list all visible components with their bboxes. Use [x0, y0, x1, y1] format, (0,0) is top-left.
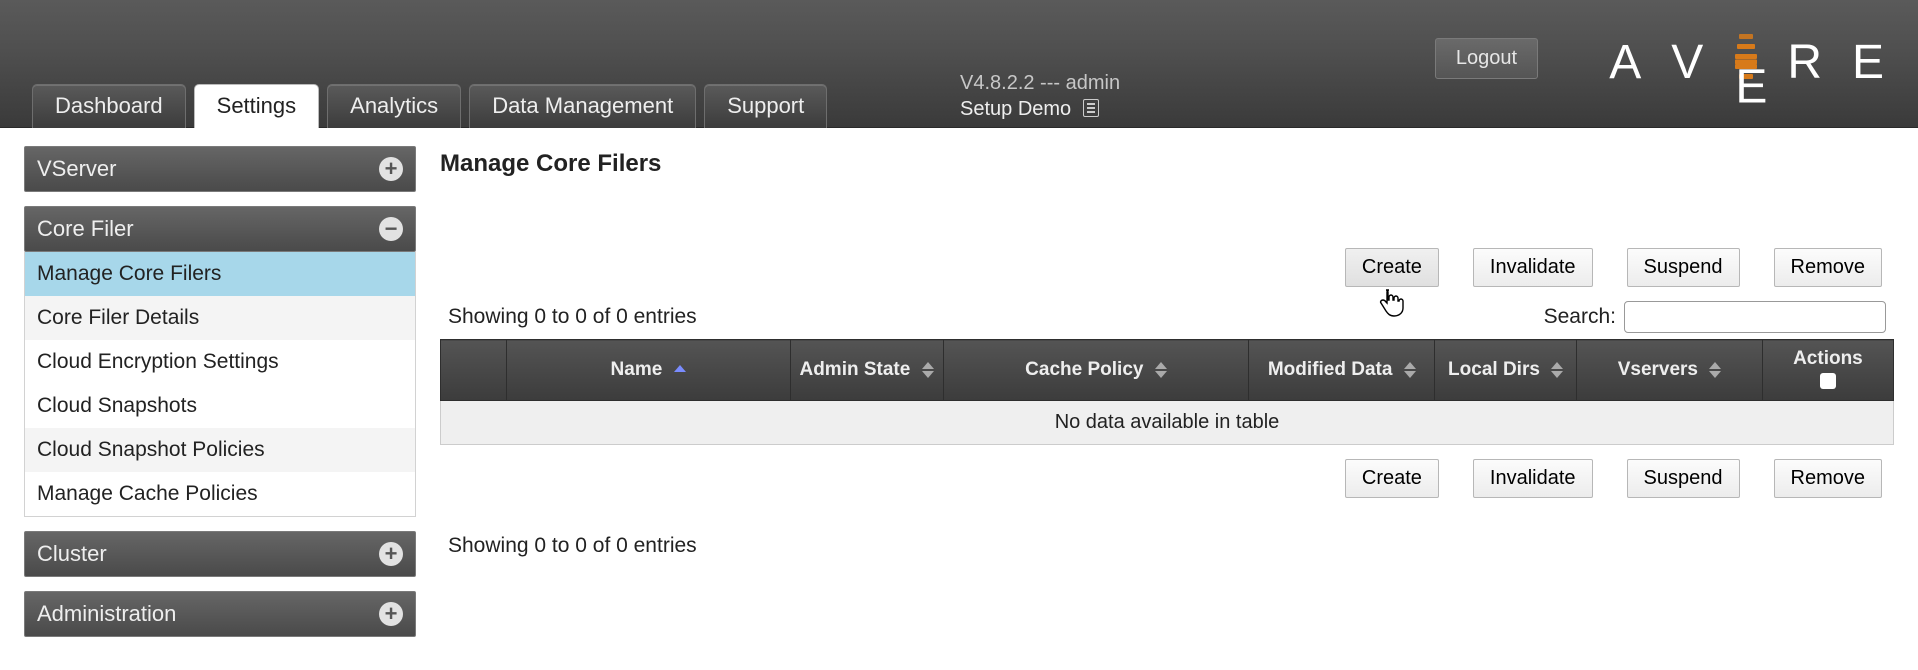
col-modified-data[interactable]: Modified Data	[1249, 340, 1435, 401]
sidebar-section-cluster: Cluster +	[24, 531, 416, 577]
sidebar-head-vserver[interactable]: VServer +	[24, 146, 416, 192]
select-all-checkbox[interactable]	[1820, 373, 1836, 389]
col-modified-data-label: Modified Data	[1268, 359, 1393, 380]
sidebar-label-vserver: VServer	[37, 156, 116, 182]
logo-letter-e2: E	[1852, 35, 1886, 90]
sidebar-label-corefiler: Core Filer	[37, 216, 134, 242]
sidebar-item-snapshot-policies[interactable]: Cloud Snapshot Policies	[25, 428, 415, 472]
avere-logo: A V E R E	[1609, 34, 1886, 90]
sidebar-label-cluster: Cluster	[37, 541, 107, 567]
logout-button[interactable]: Logout	[1435, 38, 1538, 79]
tab-support[interactable]: Support	[704, 84, 827, 128]
col-admin-state-label: Admin State	[799, 359, 910, 380]
remove-button-top[interactable]: Remove	[1774, 248, 1882, 287]
expand-icon: +	[379, 157, 403, 181]
logo-letter-e-bars-icon: E	[1733, 34, 1759, 90]
sort-icon	[1709, 362, 1721, 378]
setup-demo-text: Setup Demo	[960, 98, 1071, 120]
page-title: Manage Core Filers	[440, 150, 1894, 178]
col-blank[interactable]	[441, 340, 507, 401]
col-cache-policy-label: Cache Policy	[1025, 359, 1143, 380]
suspend-button-bottom[interactable]: Suspend	[1627, 459, 1740, 498]
col-local-dirs-label: Local Dirs	[1448, 359, 1540, 380]
remove-button-bottom[interactable]: Remove	[1774, 459, 1882, 498]
collapse-icon: −	[379, 217, 403, 241]
sidebar-item-manage-core-filers[interactable]: Manage Core Filers	[25, 252, 415, 296]
col-vservers-label: Vservers	[1618, 359, 1698, 380]
search-label: Search:	[1544, 305, 1616, 329]
col-local-dirs[interactable]: Local Dirs	[1435, 340, 1577, 401]
col-name[interactable]: Name	[506, 340, 790, 401]
document-icon[interactable]	[1083, 99, 1099, 117]
col-name-label: Name	[611, 359, 663, 380]
version-text: V4.8.2.2 --- admin	[960, 70, 1120, 96]
header-meta: V4.8.2.2 --- admin Setup Demo	[960, 70, 1120, 122]
core-filers-table: Name Admin State Cache Policy Modified D…	[440, 339, 1894, 445]
sidebar-item-core-filer-details[interactable]: Core Filer Details	[25, 296, 415, 340]
invalidate-button-bottom[interactable]: Invalidate	[1473, 459, 1593, 498]
col-actions-label: Actions	[1793, 348, 1863, 369]
create-button-top[interactable]: Create	[1345, 248, 1439, 287]
tab-settings[interactable]: Settings	[194, 84, 320, 128]
col-admin-state[interactable]: Admin State	[790, 340, 943, 401]
empty-table-message: No data available in table	[441, 401, 1894, 445]
sidebar-item-cloud-snapshots[interactable]: Cloud Snapshots	[25, 384, 415, 428]
logo-letter-v: V	[1671, 35, 1705, 90]
search-input[interactable]	[1624, 301, 1886, 333]
invalidate-button-top[interactable]: Invalidate	[1473, 248, 1593, 287]
entries-text-top: Showing 0 to 0 of 0 entries	[448, 305, 697, 329]
sort-icon	[922, 362, 934, 378]
logo-letter-a: A	[1609, 35, 1643, 90]
entries-text-bottom: Showing 0 to 0 of 0 entries	[440, 534, 1894, 558]
sidebar-section-vserver: VServer +	[24, 146, 416, 192]
col-vservers[interactable]: Vservers	[1577, 340, 1763, 401]
sort-icon	[1551, 362, 1563, 378]
tab-data-management[interactable]: Data Management	[469, 84, 696, 128]
sidebar-label-administration: Administration	[37, 601, 176, 627]
col-cache-policy[interactable]: Cache Policy	[943, 340, 1249, 401]
sort-icon	[1155, 362, 1167, 378]
sidebar-section-corefiler: Core Filer − Manage Core Filers Core Fil…	[24, 206, 416, 517]
main-nav-tabs: Dashboard Settings Analytics Data Manage…	[32, 84, 827, 128]
sidebar-item-manage-cache-policies[interactable]: Manage Cache Policies	[25, 472, 415, 516]
col-actions[interactable]: Actions	[1762, 340, 1893, 401]
sort-icon	[1404, 362, 1416, 378]
main-panel: Manage Core Filers Create Invalidate Sus…	[440, 146, 1894, 651]
tab-dashboard[interactable]: Dashboard	[32, 84, 186, 128]
expand-icon: +	[379, 602, 403, 626]
topbar: Logout A V E R E Dashboard Settings Anal…	[0, 0, 1918, 128]
suspend-button-top[interactable]: Suspend	[1627, 248, 1740, 287]
logo-letter-r: R	[1787, 35, 1824, 90]
sidebar: VServer + Core Filer − Manage Core Filer…	[24, 146, 416, 651]
sidebar-head-cluster[interactable]: Cluster +	[24, 531, 416, 577]
sort-asc-icon	[674, 365, 686, 374]
sidebar-head-administration[interactable]: Administration +	[24, 591, 416, 637]
sidebar-section-administration: Administration +	[24, 591, 416, 637]
create-button-bottom[interactable]: Create	[1345, 459, 1439, 498]
sidebar-head-corefiler[interactable]: Core Filer −	[24, 206, 416, 252]
tab-analytics[interactable]: Analytics	[327, 84, 461, 128]
sidebar-item-cloud-encryption[interactable]: Cloud Encryption Settings	[25, 340, 415, 384]
expand-icon: +	[379, 542, 403, 566]
